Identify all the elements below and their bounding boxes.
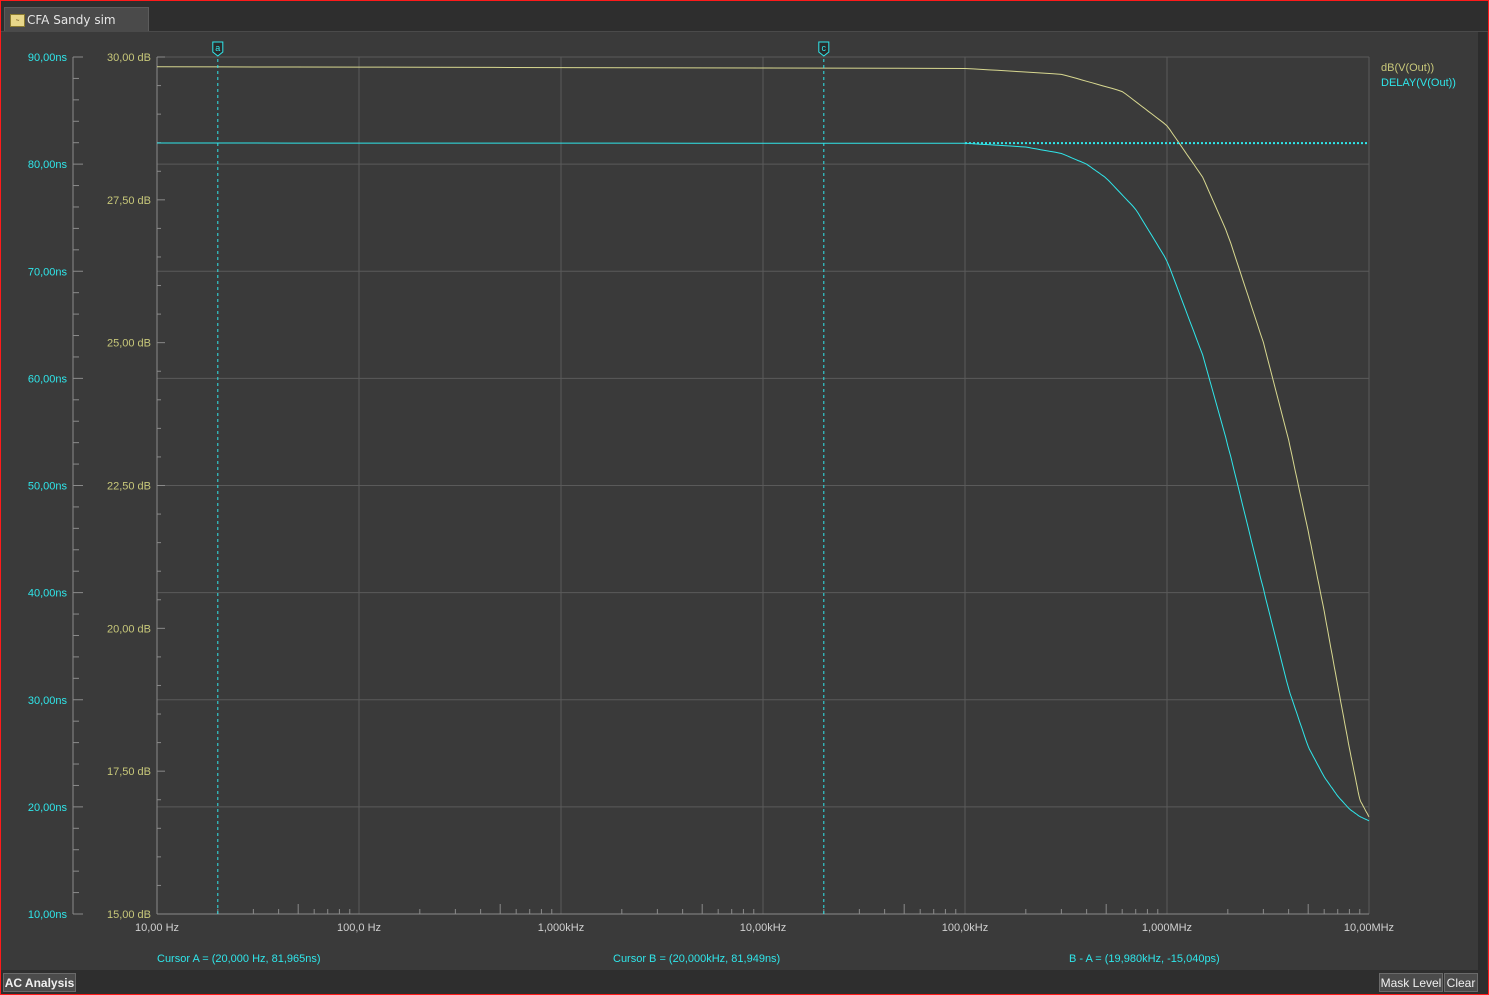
x-tick-label: 100,0 Hz xyxy=(337,922,381,934)
chart-legend: dB(V(Out)) DELAY(V(Out)) xyxy=(1381,62,1456,89)
y-left-tick-label: 40,00ns xyxy=(28,588,68,600)
x-tick-label: 100,0kHz xyxy=(942,922,988,934)
x-tick-label: 10,00MHz xyxy=(1344,922,1394,934)
chart-grid xyxy=(156,56,1370,915)
x-tick-label: 10,00 Hz xyxy=(135,922,179,934)
mask-level-button[interactable]: Mask Level xyxy=(1379,973,1443,992)
y-db-tick-label: 30,00 dB xyxy=(107,52,151,64)
x-tick-label: 1,000MHz xyxy=(1142,922,1192,934)
y-db-tick-label: 20,00 dB xyxy=(107,623,151,635)
cursor-marker[interactable]: c xyxy=(818,41,830,57)
axis-labels: 10,00 Hz 100,0 Hz 1,000kHz 10,00kHz 100,0kHz… xyxy=(28,52,1394,934)
cursor-a-readout: Cursor A = (20,000 Hz, 81,965ns) xyxy=(157,953,321,965)
x-tick-label: 1,000kHz xyxy=(538,922,584,934)
legend-entry: dB(V(Out)) xyxy=(1381,62,1434,74)
legend-entry: DELAY(V(Out)) xyxy=(1381,77,1456,89)
y-left-tick-label: 90,00ns xyxy=(28,52,68,64)
y-left-tick-label: 70,00ns xyxy=(28,266,68,278)
clear-button[interactable]: Clear xyxy=(1444,973,1478,992)
y-left-tick-label: 30,00ns xyxy=(28,695,68,707)
cursor-marker-letter: c xyxy=(822,43,827,53)
cursor-diff-readout: B - A = (19,980kHz, -15,040ps) xyxy=(1069,953,1220,965)
y-db-tick-label: 15,00 dB xyxy=(107,909,151,921)
cursor-b-readout: Cursor B = (20,000kHz, 81,949ns) xyxy=(613,953,780,965)
y-left-tick-label: 10,00ns xyxy=(28,909,68,921)
bottom-toolbar: AC Analysis Mask Level Clear xyxy=(1,970,1488,994)
y-db-tick-label: 25,00 dB xyxy=(107,338,151,350)
ac-analysis-tab[interactable]: AC Analysis xyxy=(3,973,76,992)
y-left-tick-label: 60,00ns xyxy=(28,373,68,385)
ac-analysis-chart[interactable]: 10,00 Hz 100,0 Hz 1,000kHz 10,00kHz 100,0kHz… xyxy=(0,0,1489,970)
x-tick-label: 10,00kHz xyxy=(740,922,786,934)
cursor-readouts: Cursor A = (20,000 Hz, 81,965ns) Cursor B… xyxy=(157,953,1220,965)
y-left-tick-label: 80,00ns xyxy=(28,159,68,171)
y-db-tick-label: 17,50 dB xyxy=(107,766,151,778)
y-left-tick-label: 20,00ns xyxy=(28,802,68,814)
y-db-tick-label: 22,50 dB xyxy=(107,481,151,493)
cursor-marker[interactable]: a xyxy=(212,41,224,57)
cursor-marker-letter: a xyxy=(215,43,220,53)
y-left-tick-label: 50,00ns xyxy=(28,481,68,493)
y-db-tick-label: 27,50 dB xyxy=(107,195,151,207)
chart-cursors: ac xyxy=(212,41,830,914)
